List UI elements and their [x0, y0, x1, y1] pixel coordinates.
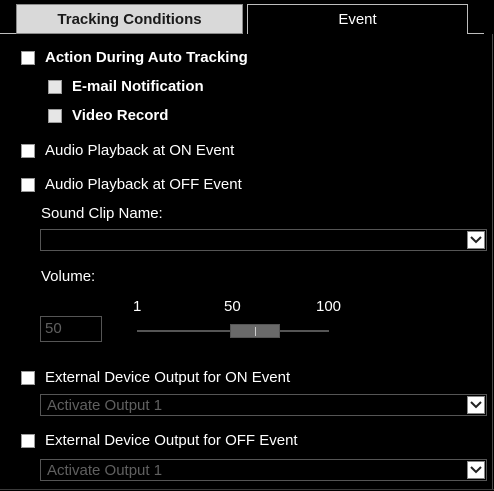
video-record-label: Video Record: [72, 107, 169, 124]
video-record-row[interactable]: Video Record: [48, 107, 168, 124]
external-output-off-row[interactable]: External Device Output for OFF Event: [21, 432, 298, 449]
audio-playback-on-row[interactable]: Audio Playback at ON Event: [21, 142, 234, 159]
external-output-on-select[interactable]: Activate Output 1: [40, 394, 487, 416]
volume-slider-thumb[interactable]: [230, 324, 280, 338]
tab-baseline-right: [468, 33, 484, 34]
audio-playback-on-checkbox[interactable]: [21, 143, 35, 158]
external-output-on-label: External Device Output for ON Event: [45, 369, 291, 386]
tab-tracking-conditions-label: Tracking Conditions: [57, 10, 202, 28]
audio-playback-off-checkbox[interactable]: [21, 177, 35, 192]
tab-baseline-left: [0, 33, 16, 34]
video-record-checkbox[interactable]: [48, 108, 62, 123]
volume-tick-mid: 50: [224, 298, 241, 315]
external-output-on-row[interactable]: External Device Output for ON Event: [21, 369, 290, 386]
panel-border-bottom: [0, 489, 494, 490]
external-output-on-select-value: Activate Output 1: [47, 397, 163, 414]
email-notification-label: E-mail Notification: [72, 78, 204, 95]
audio-playback-on-label: Audio Playback at ON Event: [45, 142, 235, 159]
chevron-down-icon[interactable]: [467, 461, 485, 479]
sound-clip-name-label: Sound Clip Name:: [41, 205, 163, 222]
chevron-down-icon[interactable]: [467, 231, 485, 249]
external-output-off-label: External Device Output for OFF Event: [45, 432, 298, 449]
email-notification-row[interactable]: E-mail Notification: [48, 78, 204, 95]
volume-tick-max: 100: [316, 298, 342, 315]
audio-playback-off-row[interactable]: Audio Playback at OFF Event: [21, 176, 242, 193]
tab-event-label: Event: [338, 11, 377, 28]
external-output-off-select-value: Activate Output 1: [47, 462, 163, 479]
email-notification-checkbox[interactable]: [48, 79, 62, 94]
volume-label: Volume:: [41, 268, 96, 285]
external-output-on-checkbox[interactable]: [21, 370, 35, 385]
volume-tick-min: 1: [133, 298, 142, 315]
chevron-down-icon[interactable]: [467, 396, 485, 414]
action-during-auto-tracking-row[interactable]: Action During Auto Tracking: [21, 49, 248, 66]
panel-border-right: [492, 34, 493, 490]
audio-playback-off-label: Audio Playback at OFF Event: [45, 176, 242, 193]
volume-input[interactable]: 50: [40, 316, 102, 342]
action-during-auto-tracking-label: Action During Auto Tracking: [45, 49, 248, 66]
event-settings-panel: Tracking Conditions Event Action During …: [0, 0, 494, 491]
action-during-auto-tracking-checkbox[interactable]: [21, 50, 35, 65]
tab-event[interactable]: Event: [247, 4, 468, 34]
external-output-off-checkbox[interactable]: [21, 433, 35, 448]
slider-grip-icon: [255, 327, 256, 336]
sound-clip-select[interactable]: [40, 229, 487, 251]
tab-tracking-conditions[interactable]: Tracking Conditions: [16, 4, 243, 34]
external-output-off-select[interactable]: Activate Output 1: [40, 459, 487, 481]
